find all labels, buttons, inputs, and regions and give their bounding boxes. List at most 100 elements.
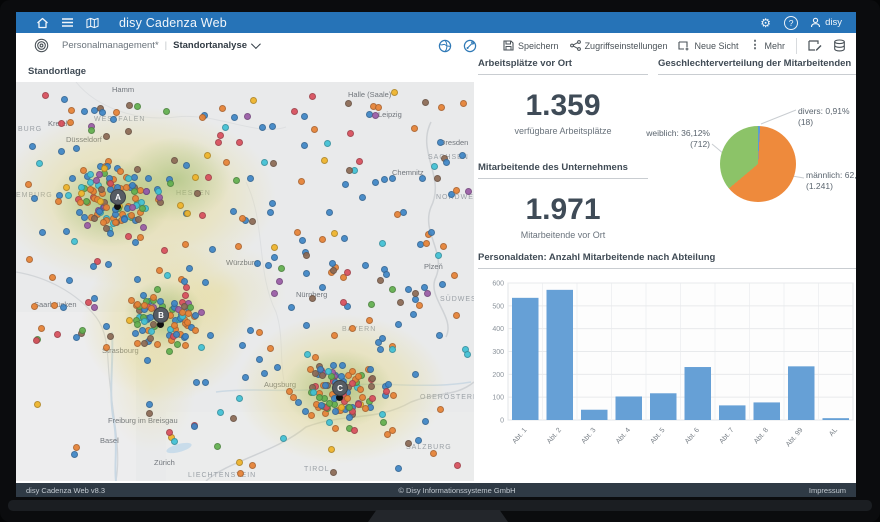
map-point <box>131 174 138 181</box>
map-point <box>416 302 423 309</box>
home-icon[interactable] <box>36 16 49 29</box>
map-point <box>351 427 358 434</box>
monitor-chin <box>8 500 872 511</box>
map-point <box>454 462 461 469</box>
map-point <box>223 159 230 166</box>
map-point <box>148 328 155 335</box>
map-point <box>205 174 212 181</box>
top-bar-right: ⚙ ? disy <box>759 16 856 30</box>
map-point <box>121 216 128 223</box>
map-point <box>156 194 163 201</box>
dashboard-content: Standortlage <box>16 58 856 483</box>
analysis-tools-icon[interactable] <box>463 39 477 53</box>
map-point <box>183 162 190 169</box>
map-canvas[interactable]: HammWESTFALENKrefeldDüsseldorfBURGEMBURG… <box>16 82 474 481</box>
svg-text:Abt. 1: Abt. 1 <box>511 427 528 446</box>
map-icon[interactable] <box>86 16 99 29</box>
map-point <box>288 304 295 311</box>
settings-gear-icon[interactable]: ⚙ <box>759 16 772 29</box>
menu-icon[interactable] <box>61 16 74 29</box>
map-point <box>125 175 132 182</box>
svg-text:300: 300 <box>492 349 504 356</box>
kpi1-value: 1.359 <box>478 89 648 123</box>
map-point <box>349 325 356 332</box>
bar-abt7[interactable] <box>719 405 746 420</box>
map-point <box>428 229 435 236</box>
map-point <box>88 127 95 134</box>
bar-abt2[interactable] <box>547 290 574 420</box>
top-bar: disy Cadenza Web ⚙ ? disy <box>16 12 856 33</box>
map-point <box>390 392 397 399</box>
map-point <box>68 107 75 114</box>
pie-slice-label: weiblich: 36,12%(712) <box>646 128 710 151</box>
map-point <box>125 128 132 135</box>
breadcrumb: Personalmanagement* | Standortanalyse <box>62 40 258 51</box>
map-point <box>368 301 375 308</box>
map-point <box>105 261 112 268</box>
department-bar-chart[interactable]: 0100200300400500600Abt. 1Abt. 2Abt. 3Abt… <box>478 274 856 474</box>
navigator-target-icon[interactable] <box>28 38 54 53</box>
geo-view-icon[interactable] <box>438 39 452 53</box>
map-point <box>443 159 450 166</box>
worksheet-dropdown[interactable]: Standortanalyse <box>173 40 258 51</box>
map-point <box>359 194 366 201</box>
map-point <box>298 178 305 185</box>
bar-abt5[interactable] <box>650 393 677 420</box>
footer-copyright: © Disy Informationssysteme GmbH <box>398 486 515 495</box>
map-point <box>377 277 384 284</box>
user-menu[interactable]: disy <box>810 17 842 28</box>
access-settings-button[interactable]: Zugriffseinstellungen <box>570 40 668 51</box>
map-point <box>84 222 91 229</box>
map-point <box>385 381 392 388</box>
map-point <box>103 133 110 140</box>
map-point <box>141 340 148 347</box>
share-icon <box>570 40 581 51</box>
map-point <box>464 351 471 358</box>
bar-abt6[interactable] <box>685 367 712 420</box>
toolbar: Personalmanagement* | Standortanalyse Sp… <box>16 33 856 59</box>
map-point <box>129 182 136 189</box>
map-point <box>389 175 396 182</box>
map-point <box>357 386 364 393</box>
footer-impressum-link[interactable]: Impressum <box>809 486 856 495</box>
more-button[interactable]: ⋮ Mehr <box>749 40 785 51</box>
kpi-column: Arbeitsplätze vor Ort 1.359 verfügbare A… <box>478 58 648 240</box>
map-point <box>181 303 188 310</box>
map-point <box>439 281 446 288</box>
map-point <box>145 175 152 182</box>
map-point <box>247 175 254 182</box>
gender-pie-chart[interactable] <box>720 126 796 202</box>
database-icon[interactable] <box>833 39 846 52</box>
bar-abt4[interactable] <box>616 396 643 420</box>
map-basemap <box>16 82 474 481</box>
map-point <box>345 100 352 107</box>
map-point <box>355 373 362 380</box>
map-point <box>67 119 74 126</box>
bar-abt1[interactable] <box>512 298 539 420</box>
map-point <box>430 450 437 457</box>
help-icon[interactable]: ? <box>784 16 798 30</box>
new-view-button[interactable]: Neue Sicht <box>678 40 738 51</box>
svg-text:500: 500 <box>492 303 504 310</box>
bar-al[interactable] <box>823 418 850 420</box>
kpi2-title: Mitarbeitende des Unternehmens <box>478 162 648 179</box>
app-window: disy Cadenza Web ⚙ ? disy Personalmanage… <box>16 12 856 497</box>
bar-abt99[interactable] <box>788 366 815 420</box>
user-icon <box>810 17 821 28</box>
map-point <box>339 362 346 369</box>
bar-abt3[interactable] <box>581 410 608 420</box>
map-point <box>140 292 147 299</box>
bar-abt8[interactable] <box>754 402 781 420</box>
map-point <box>73 334 80 341</box>
save-button[interactable]: Speichern <box>503 40 559 51</box>
map-point <box>134 276 141 283</box>
top-bar-left: disy Cadenza Web <box>16 16 227 30</box>
map-point <box>141 302 148 309</box>
breadcrumb-divider: | <box>165 40 167 51</box>
breadcrumb-workbook[interactable]: Personalmanagement* <box>62 40 159 51</box>
edit-sheet-icon[interactable] <box>808 39 822 52</box>
map-point <box>389 427 396 434</box>
map-point <box>110 116 117 123</box>
map-point <box>146 401 153 408</box>
svg-text:Abt. 99: Abt. 99 <box>785 427 805 449</box>
